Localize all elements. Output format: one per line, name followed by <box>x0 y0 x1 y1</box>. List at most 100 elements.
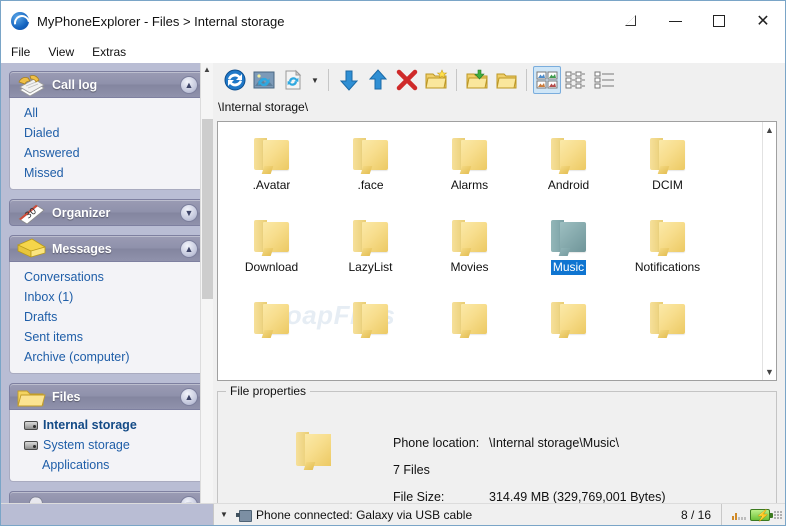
file-item[interactable]: Notifications <box>622 214 713 296</box>
folder-icon <box>17 390 46 407</box>
close-button[interactable]: ✕ <box>741 1 785 41</box>
folder-icon <box>550 136 587 174</box>
sidebar-panel-header-call-log[interactable]: Call log ▲ <box>9 71 205 98</box>
file-properties-legend: File properties <box>226 384 311 398</box>
folder-icon <box>649 218 686 256</box>
property-value: 314.49 MB (329,769,001 Bytes) <box>489 490 666 504</box>
maximize-button[interactable] <box>697 1 741 41</box>
sidebar-panel-call-log: Call log ▲ All Dialed Answered Missed <box>9 71 205 190</box>
path-bar[interactable]: \Internal storage\ <box>213 97 785 117</box>
status-bar: ▼ Phone connected: Galaxy via USB cable … <box>1 503 785 525</box>
file-item[interactable]: Alarms <box>424 132 515 214</box>
property-row-file-count: 7 Files <box>393 463 666 477</box>
file-pane-scrollbar[interactable]: ▲ ▼ <box>762 122 776 380</box>
sidebar-item-drafts[interactable]: Drafts <box>10 307 204 327</box>
folder-icon <box>550 218 587 256</box>
red-x-icon[interactable] <box>393 66 421 94</box>
file-item[interactable]: Android <box>523 132 614 214</box>
file-item-selected[interactable]: Music <box>523 214 614 296</box>
window-controls: ✕ <box>609 1 785 41</box>
menu-item-view[interactable]: View <box>48 45 74 59</box>
menu-item-file[interactable]: File <box>11 45 30 59</box>
chevron-down-icon[interactable]: ▼ <box>180 204 198 222</box>
sidebar-item-all[interactable]: All <box>10 103 204 123</box>
file-item[interactable] <box>622 296 713 378</box>
arrow-up-icon[interactable] <box>364 66 392 94</box>
menu-item-extras[interactable]: Extras <box>92 45 126 59</box>
sidebar-panel-title: Call log <box>52 77 98 92</box>
folder-icon <box>451 300 488 338</box>
sidebar-panel-header-files[interactable]: Files ▲ <box>9 383 205 410</box>
sidebar-item-dialed[interactable]: Dialed <box>10 123 204 143</box>
folder-icon <box>649 300 686 338</box>
sidebar-scrollbar-thumb[interactable] <box>202 119 213 299</box>
file-label: .Avatar <box>252 178 291 192</box>
file-item[interactable]: .face <box>325 132 416 214</box>
sidebar-panel-title: Files <box>52 389 81 404</box>
chevron-up-icon[interactable]: ▲ <box>180 76 198 94</box>
open-folder-icon[interactable] <box>463 66 491 94</box>
arrow-down-icon[interactable] <box>335 66 363 94</box>
sidebar-item-label: Internal storage <box>43 418 137 432</box>
sidebar-item-system-storage[interactable]: System storage <box>10 435 204 455</box>
file-item[interactable] <box>325 296 416 378</box>
folder-icon <box>352 300 389 338</box>
file-item[interactable]: Download <box>226 214 317 296</box>
sidebar-item-internal-storage[interactable]: Internal storage <box>10 415 204 435</box>
sidebar-item-conversations[interactable]: Conversations <box>10 267 204 287</box>
status-bar-sidebar-spacer <box>1 503 213 525</box>
property-row-location: Phone location: \Internal storage\Music\ <box>393 436 666 450</box>
scroll-down-icon[interactable]: ▼ <box>763 364 776 380</box>
property-value: \Internal storage\Music\ <box>489 436 619 450</box>
file-item[interactable] <box>523 296 614 378</box>
file-item[interactable]: LazyList <box>325 214 416 296</box>
call-log-icon <box>18 75 45 97</box>
sidebar-item-sent-items[interactable]: Sent items <box>10 327 204 347</box>
folder-icon <box>649 136 686 174</box>
property-key: File Size: <box>393 490 445 504</box>
minimize-button[interactable] <box>653 1 697 41</box>
chevron-down-icon[interactable]: ▼ <box>308 66 322 94</box>
folder-icon <box>296 430 334 470</box>
sidebar-item-answered[interactable]: Answered <box>10 143 204 163</box>
sidebar-item-applications[interactable]: Applications <box>10 455 204 475</box>
file-item[interactable]: Movies <box>424 214 515 296</box>
file-item[interactable]: DCIM <box>622 132 713 214</box>
sidebar-panel-messages: Messages ▲ Conversations Inbox (1) Draft… <box>9 235 205 374</box>
sidebar-item-label: System storage <box>43 438 130 452</box>
myphoneexplorer-window: MyPhoneExplorer - Files > Internal stora… <box>0 0 786 526</box>
tile-view-icon[interactable] <box>562 66 590 94</box>
envelope-icon <box>17 238 46 258</box>
refresh-file-icon[interactable] <box>279 66 307 94</box>
status-indicators: ⚡ <box>728 508 785 522</box>
up-folder-icon[interactable] <box>492 66 520 94</box>
menu-bar: File View Extras <box>1 41 785 63</box>
sidebar-panel-title: Messages <box>52 241 112 256</box>
resize-grip-icon[interactable] <box>774 510 783 519</box>
scroll-up-icon[interactable]: ▲ <box>763 122 776 138</box>
new-folder-icon[interactable] <box>422 66 450 94</box>
sidebar-scrollbar[interactable]: ▲ <box>200 63 213 525</box>
main-area: ▼ \Internal storage\ SoapFiles .Avatar .… <box>213 63 785 525</box>
sidebar-panel-header-organizer[interactable]: 30 Organizer ▼ <box>9 199 205 226</box>
scroll-up-icon[interactable]: ▲ <box>201 63 213 76</box>
refresh-image-icon[interactable] <box>250 66 278 94</box>
sidebar-panel-header-messages[interactable]: Messages ▲ <box>9 235 205 262</box>
chevron-up-icon[interactable]: ▲ <box>180 240 198 258</box>
sidebar-panel-organizer: 30 Organizer ▼ <box>9 199 205 226</box>
chevron-up-icon[interactable]: ▲ <box>180 388 198 406</box>
folder-icon <box>352 136 389 174</box>
folder-icon <box>550 300 587 338</box>
sidebar-panel-body-messages: Conversations Inbox (1) Drafts Sent item… <box>9 262 205 374</box>
sidebar-item-missed[interactable]: Missed <box>10 163 204 183</box>
chevron-down-icon[interactable]: ▼ <box>218 510 230 519</box>
thumbnail-view-icon[interactable] <box>533 66 561 94</box>
resize-grip-icon[interactable] <box>609 1 653 41</box>
file-item[interactable] <box>226 296 317 378</box>
sidebar-item-archive[interactable]: Archive (computer) <box>10 347 204 367</box>
list-view-icon[interactable] <box>591 66 619 94</box>
file-item[interactable]: .Avatar <box>226 132 317 214</box>
refresh-globe-icon[interactable] <box>221 66 249 94</box>
sidebar-item-inbox[interactable]: Inbox (1) <box>10 287 204 307</box>
file-item[interactable] <box>424 296 515 378</box>
